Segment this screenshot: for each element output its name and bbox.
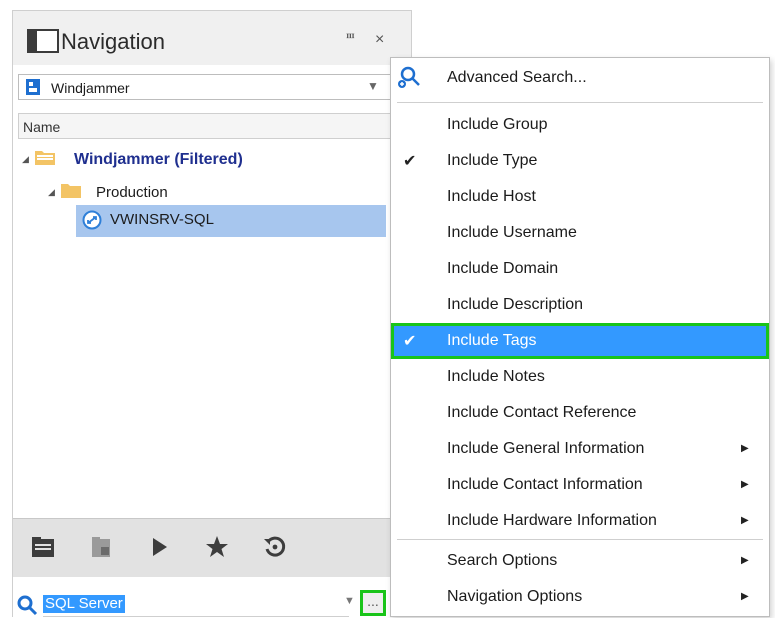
menu-item-label: Include Description	[447, 296, 584, 313]
column-header-label: Name	[23, 119, 61, 135]
expand-icon[interactable]: ◢	[48, 187, 55, 198]
menu-item-include-username[interactable]: Include Username	[391, 215, 769, 251]
submenu-arrow-icon: ▶	[741, 515, 749, 526]
menu-separator	[397, 102, 763, 103]
menu-item-include-contact-information[interactable]: Include Contact Information ▶	[391, 467, 769, 503]
menu-item-navigation-options[interactable]: Navigation Options ▶	[391, 579, 769, 615]
menu-item-include-notes[interactable]: Include Notes	[391, 359, 769, 395]
column-header-name[interactable]: Name	[18, 113, 408, 139]
menu-separator	[397, 539, 763, 540]
chevron-down-icon[interactable]: ▼	[367, 79, 379, 93]
menu-item-include-tags[interactable]: ✔ Include Tags	[391, 323, 769, 359]
pin-icon[interactable]: ⱎ	[346, 31, 355, 49]
play-tab-icon[interactable]	[145, 533, 173, 561]
history-icon[interactable]	[261, 533, 289, 561]
tree-node-folder[interactable]: ◢ Production	[18, 178, 408, 206]
search-options-more-button[interactable]: ...	[360, 590, 386, 616]
connection-icon	[82, 210, 102, 230]
search-options-menu: Advanced Search... Include Group ✔ Include…	[390, 57, 770, 617]
menu-item-label: Include Host	[447, 188, 536, 205]
menu-item-include-contact-reference[interactable]: Include Contact Reference	[391, 395, 769, 431]
search-icon	[17, 595, 38, 616]
menu-item-label: Include Notes	[447, 368, 545, 385]
check-icon: ✔	[403, 153, 417, 170]
menu-item-label: Include Type	[447, 152, 538, 169]
menu-item-label: Include Username	[447, 224, 577, 241]
navigation-tree: ◢ Windjammer (Filtered) ◢ Production VWI…	[18, 139, 408, 517]
menu-item-label: Search Options	[447, 552, 558, 569]
navigation-tab-icon[interactable]	[29, 533, 57, 561]
menu-item-label: Include General Information	[447, 440, 645, 457]
menu-item-label: Include Domain	[447, 260, 559, 277]
menu-item-include-hardware-information[interactable]: Include Hardware Information ▶	[391, 503, 769, 539]
menu-item-include-group[interactable]: Include Group	[391, 107, 769, 143]
menu-item-advanced-search[interactable]: Advanced Search...	[391, 60, 769, 96]
menu-item-label: Include Group	[447, 116, 548, 133]
search-bar: SQL Server ▼ ...	[13, 586, 411, 618]
check-icon: ✔	[403, 333, 417, 350]
dataset-selector[interactable]: Windjammer ▼	[18, 74, 408, 100]
navigation-panel: Navigation ⱎ × Windjammer ▼ Name ◢ Windj…	[12, 10, 412, 618]
tree-node-label: VWINSRV-SQL	[110, 211, 214, 228]
navigation-panel-icon	[27, 29, 59, 53]
vault-tab-icon[interactable]	[87, 533, 115, 561]
favorites-star-icon[interactable]	[203, 533, 231, 561]
menu-item-label: Include Hardware Information	[447, 512, 657, 529]
menu-item-include-general-information[interactable]: Include General Information ▶	[391, 431, 769, 467]
menu-item-include-type[interactable]: ✔ Include Type	[391, 143, 769, 179]
chevron-down-icon[interactable]: ▼	[344, 595, 355, 607]
menu-item-label: Navigation Options	[447, 588, 583, 605]
navigation-header: Navigation ⱎ ×	[13, 11, 411, 65]
tree-node-root[interactable]: ◢ Windjammer (Filtered)	[18, 145, 408, 173]
close-icon[interactable]: ×	[375, 31, 384, 49]
menu-item-label: Include Contact Information	[447, 476, 643, 493]
menu-item-include-host[interactable]: Include Host	[391, 179, 769, 215]
menu-item-include-description[interactable]: Include Description	[391, 287, 769, 323]
search-input-selected-text: SQL Server	[43, 595, 125, 613]
menu-item-include-domain[interactable]: Include Domain	[391, 251, 769, 287]
dataset-name: Windjammer	[51, 80, 130, 96]
navigation-title: Navigation	[61, 29, 165, 54]
dataset-icon	[26, 79, 40, 95]
folder-icon	[35, 151, 55, 165]
menu-item-label: Advanced Search...	[447, 69, 587, 86]
tree-node-label: Production	[96, 184, 168, 201]
folder-icon	[61, 184, 81, 198]
submenu-arrow-icon: ▶	[741, 443, 749, 454]
menu-item-label: Include Tags	[447, 332, 537, 349]
menu-item-label: Include Contact Reference	[447, 404, 637, 421]
submenu-arrow-icon: ▶	[741, 555, 749, 566]
submenu-arrow-icon: ▶	[741, 479, 749, 490]
submenu-arrow-icon: ▶	[741, 591, 749, 602]
tree-node-label: Windjammer (Filtered)	[74, 151, 243, 168]
navigation-toolbar	[13, 518, 411, 577]
menu-item-search-options[interactable]: Search Options ▶	[391, 543, 769, 579]
tree-node-entry[interactable]: VWINSRV-SQL	[76, 205, 386, 237]
expand-icon[interactable]: ◢	[22, 154, 29, 165]
magnifier-advanced-icon	[398, 66, 420, 88]
